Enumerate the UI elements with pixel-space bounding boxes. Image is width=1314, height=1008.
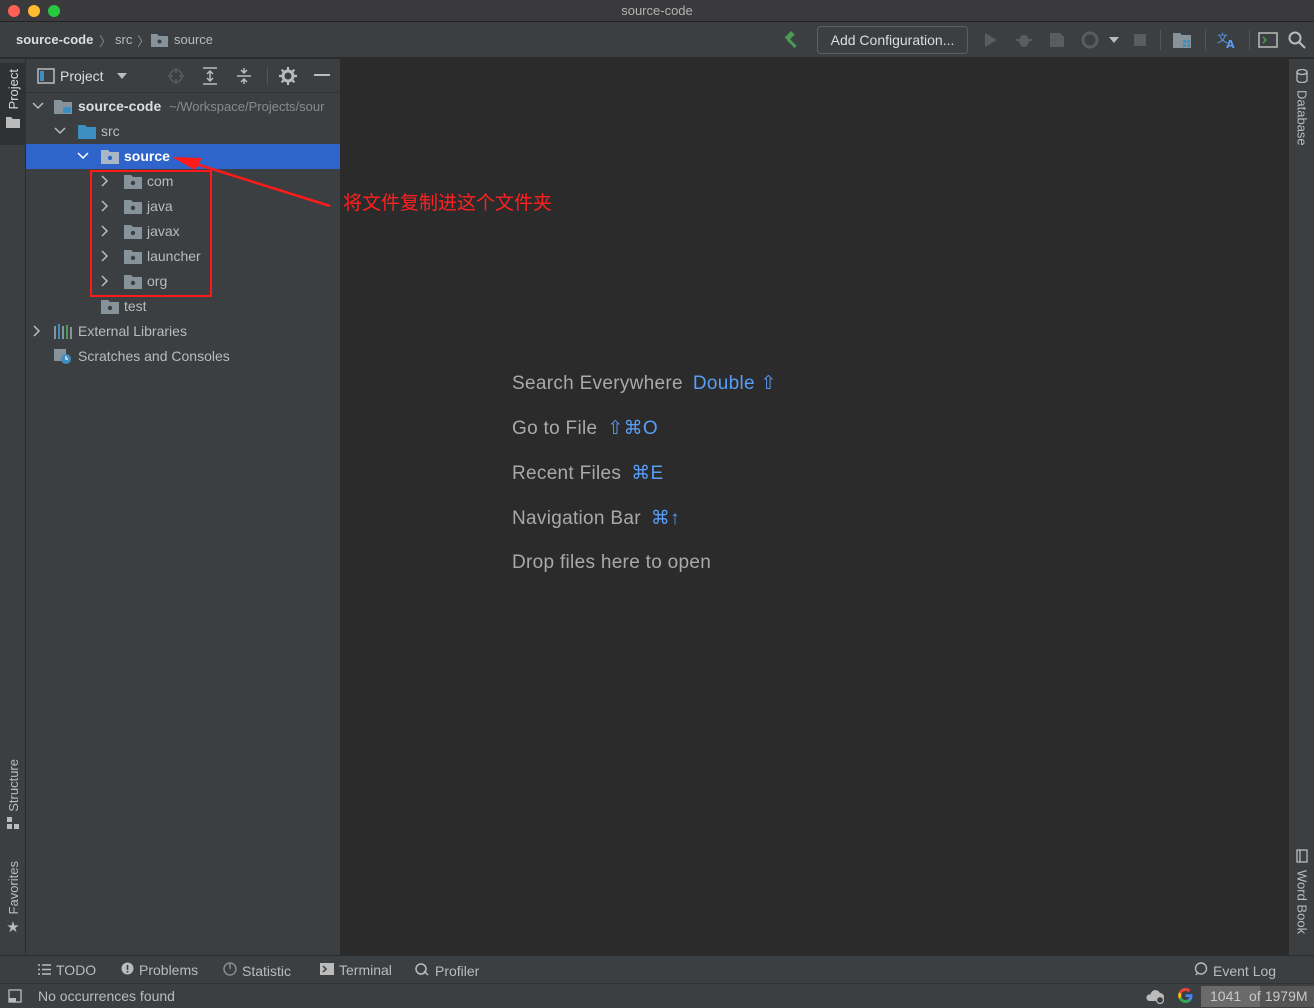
status-message: No occurrences found xyxy=(38,988,175,1004)
favorites-tool-tab[interactable]: Favorites ★ xyxy=(0,861,26,947)
run-icon[interactable] xyxy=(981,30,1001,50)
tree-node-test[interactable]: test xyxy=(26,294,340,319)
hint-shortcut: ⇧⌘O xyxy=(607,418,658,439)
event-log-tool-button[interactable]: Event Log xyxy=(1194,962,1276,979)
add-configuration-button[interactable]: Add Configuration... xyxy=(817,26,968,54)
statistic-label: Statistic xyxy=(242,962,292,979)
hint-navigation-bar: Navigation Bar ⌘↑ xyxy=(512,507,680,530)
structure-icon xyxy=(7,816,19,832)
book-icon xyxy=(1296,849,1308,866)
structure-tab-label: Structure xyxy=(5,759,21,812)
terminal-tool-button[interactable]: Terminal xyxy=(320,962,392,978)
hint-drop-files: Drop files here to open xyxy=(512,552,711,574)
project-structure-icon[interactable] xyxy=(1173,30,1193,50)
tree-label-test: test xyxy=(124,298,147,314)
debug-icon[interactable] xyxy=(1014,30,1034,50)
profiler-tool-button[interactable]: Profiler xyxy=(415,962,479,979)
star-icon: ★ xyxy=(6,919,20,937)
google-icon[interactable] xyxy=(1177,987,1194,1007)
translate-icon[interactable]: 文A xyxy=(1217,30,1237,50)
memory-used: 1041 xyxy=(1210,988,1242,1004)
cloud-sync-icon[interactable] xyxy=(1145,988,1165,1007)
package-folder-icon xyxy=(101,300,119,314)
database-tool-tab[interactable]: Database xyxy=(1289,68,1314,151)
terminal-icon xyxy=(320,962,334,978)
tool-windows-toggle-icon[interactable] xyxy=(8,989,22,1006)
list-icon xyxy=(38,962,51,978)
terminal-window-icon[interactable] xyxy=(1258,30,1278,50)
hint-label: Search Everywhere xyxy=(512,373,683,394)
scratches-icon xyxy=(54,349,71,364)
event-log-label: Event Log xyxy=(1213,962,1277,979)
memory-of: of xyxy=(1249,988,1261,1004)
hint-label: Go to File xyxy=(512,418,598,439)
chevron-down-icon[interactable] xyxy=(1104,30,1124,50)
hint-shortcut: ⌘↑ xyxy=(650,508,680,529)
hint-go-to-file: Go to File ⇧⌘O xyxy=(512,417,658,440)
toolbar-divider xyxy=(1160,30,1161,50)
annotation-arrow-icon xyxy=(172,157,331,208)
todo-label: TODO xyxy=(56,962,97,978)
chevron-right-icon[interactable] xyxy=(31,325,43,337)
hint-label: Drop files here to open xyxy=(512,552,712,573)
build-hammer-icon[interactable] xyxy=(782,30,802,50)
warning-icon xyxy=(121,962,134,978)
coverage-icon[interactable] xyxy=(1047,30,1067,50)
problems-tool-button[interactable]: Problems xyxy=(121,962,198,978)
hint-label: Recent Files xyxy=(512,463,622,484)
speech-bubble-icon xyxy=(1194,962,1208,979)
hint-shortcut: ⌘E xyxy=(631,463,664,484)
profiler-icon xyxy=(415,962,430,979)
tree-node-external-libraries[interactable]: External Libraries xyxy=(26,319,340,344)
terminal-label: Terminal xyxy=(339,962,392,978)
hint-recent-files: Recent Files ⌘E xyxy=(512,462,663,485)
toolbar-divider xyxy=(1205,30,1206,50)
database-icon xyxy=(1296,68,1308,86)
pie-chart-icon xyxy=(223,962,237,979)
memory-total: 1979M xyxy=(1264,988,1308,1004)
right-tool-stripe: Database Word Book xyxy=(1288,59,1314,955)
hint-shortcut: Double ⇧ xyxy=(692,373,777,394)
statistic-tool-button[interactable]: Statistic xyxy=(223,962,291,979)
tree-node-scratches[interactable]: Scratches and Consoles xyxy=(26,344,340,369)
todo-tool-button[interactable]: TODO xyxy=(38,962,96,978)
tree-label-scratches: Scratches and Consoles xyxy=(78,348,230,364)
tree-label-external-libraries: External Libraries xyxy=(78,323,187,339)
library-icon xyxy=(54,324,72,339)
annotation-text: 将文件复制进这个文件夹 xyxy=(343,193,553,214)
wordbook-tool-tab[interactable]: Word Book xyxy=(1289,849,1314,941)
memory-indicator[interactable]: 1041 of 1979M xyxy=(1201,986,1314,1007)
status-bar: No occurrences found 1041 of 1979M xyxy=(0,983,1314,1008)
database-tab-label: Database xyxy=(1294,90,1310,146)
structure-tool-tab[interactable]: Structure xyxy=(0,759,26,843)
toolbar-divider xyxy=(1249,30,1250,50)
problems-label: Problems xyxy=(139,962,199,978)
stop-icon[interactable] xyxy=(1130,30,1150,50)
hint-search-everywhere: Search Everywhere Double ⇧ xyxy=(512,372,777,395)
svg-text:A: A xyxy=(1226,38,1235,50)
tool-window-bar: TODO Problems Statistic Terminal Profile… xyxy=(0,955,1314,983)
profile-icon[interactable] xyxy=(1080,30,1100,50)
search-icon[interactable] xyxy=(1287,30,1307,50)
wordbook-tab-label: Word Book xyxy=(1294,870,1310,935)
profiler-label: Profiler xyxy=(435,962,480,979)
favorites-tab-label: Favorites xyxy=(5,861,21,915)
hint-label: Navigation Bar xyxy=(512,508,641,529)
